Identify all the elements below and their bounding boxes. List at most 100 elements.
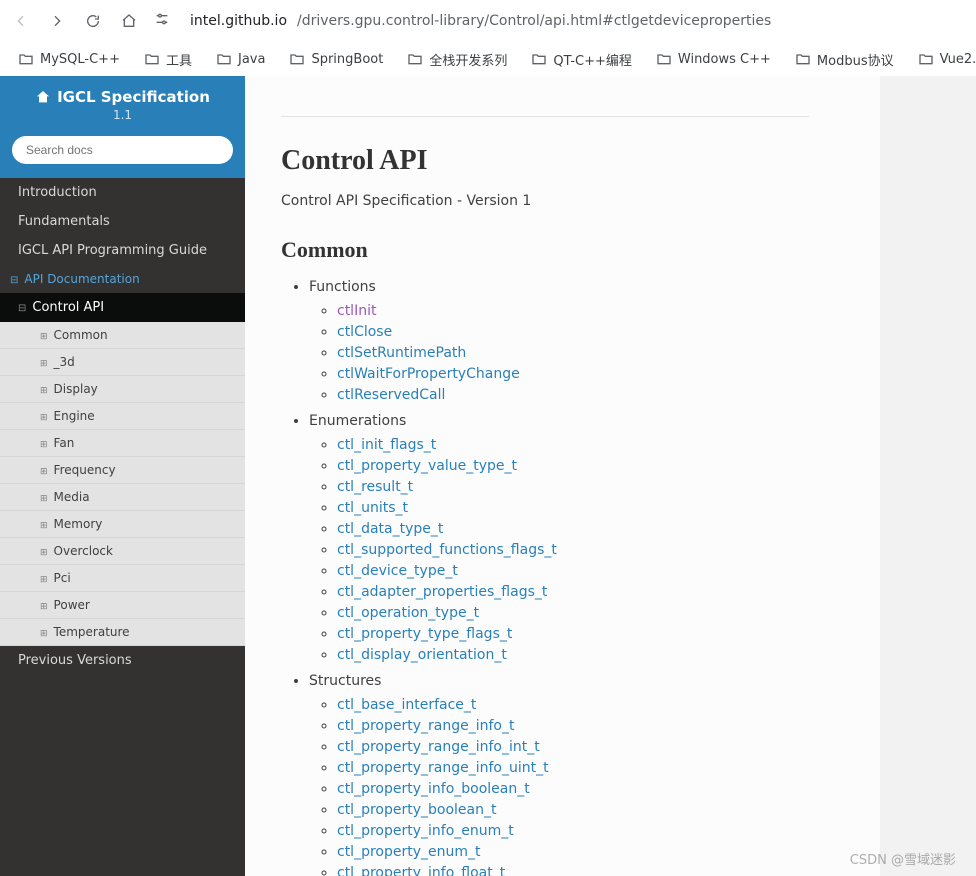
api-link[interactable]: ctlReservedCall	[337, 387, 445, 403]
api-link[interactable]: ctl_property_range_info_int_t	[337, 739, 540, 755]
bookmark-item[interactable]: MySQL-C++	[18, 51, 120, 67]
api-link-item: ctlReservedCall	[337, 387, 809, 403]
bookmark-label: SpringBoot	[311, 52, 383, 67]
page-title: Control API	[281, 145, 809, 177]
api-link-item: ctl_units_t	[337, 500, 809, 516]
folder-icon	[216, 51, 232, 67]
sidebar-sub-item[interactable]: Fan	[0, 430, 245, 457]
site-info-button[interactable]	[154, 11, 170, 31]
bookmark-label: MySQL-C++	[40, 52, 120, 67]
bookmark-item[interactable]: 全栈开发系列	[407, 50, 507, 69]
api-link-item: ctl_adapter_properties_flags_t	[337, 584, 809, 600]
folder-icon	[289, 51, 305, 67]
api-link[interactable]: ctl_result_t	[337, 479, 413, 495]
bookmark-label: 全栈开发系列	[429, 50, 507, 69]
sidebar-sub-item[interactable]: Frequency	[0, 457, 245, 484]
api-link-item: ctl_property_enum_t	[337, 844, 809, 860]
api-link-item: ctl_property_range_info_int_t	[337, 739, 809, 755]
sidebar-sub-item[interactable]: _3d	[0, 349, 245, 376]
sidebar-sub-item[interactable]: Engine	[0, 403, 245, 430]
bookmark-label: 工具	[166, 50, 192, 69]
sidebar-sub-item[interactable]: Memory	[0, 511, 245, 538]
api-link[interactable]: ctlWaitForPropertyChange	[337, 366, 520, 382]
bookmark-item[interactable]: 工具	[144, 50, 192, 69]
api-link[interactable]: ctl_units_t	[337, 500, 408, 516]
sidebar-item[interactable]: IGCL API Programming Guide	[0, 236, 245, 265]
api-link[interactable]: ctl_display_orientation_t	[337, 647, 507, 663]
api-group-label: Structures	[309, 673, 381, 689]
search-input[interactable]	[12, 136, 233, 164]
sidebar-sub-item[interactable]: Power	[0, 592, 245, 619]
sidebar-item-previous-versions[interactable]: Previous Versions	[0, 646, 245, 675]
api-link[interactable]: ctlClose	[337, 324, 392, 340]
api-link[interactable]: ctl_init_flags_t	[337, 437, 436, 453]
bookmark-item[interactable]: Vue2.0+node.js	[918, 51, 976, 67]
api-link[interactable]: ctl_property_range_info_t	[337, 718, 514, 734]
sidebar-sub-item[interactable]: Common	[0, 322, 245, 349]
bookmark-item[interactable]: Windows C++	[656, 51, 771, 67]
api-link-item: ctl_device_type_t	[337, 563, 809, 579]
api-link[interactable]: ctl_property_boolean_t	[337, 802, 496, 818]
home-button[interactable]	[118, 10, 140, 32]
bookmark-item[interactable]: Java	[216, 51, 265, 67]
api-link[interactable]: ctl_property_info_float_t	[337, 865, 505, 876]
api-link[interactable]: ctl_property_type_flags_t	[337, 626, 512, 642]
sidebar-sub-item[interactable]: Display	[0, 376, 245, 403]
url-path: /drivers.gpu.control-library/Control/api…	[297, 13, 771, 29]
api-link-item: ctl_operation_type_t	[337, 605, 809, 621]
api-link[interactable]: ctl_property_info_enum_t	[337, 823, 514, 839]
bookmark-item[interactable]: QT-C++编程	[531, 50, 632, 69]
api-link[interactable]: ctl_device_type_t	[337, 563, 458, 579]
address-bar[interactable]: intel.github.io/drivers.gpu.control-libr…	[184, 13, 966, 29]
api-link-item: ctl_init_flags_t	[337, 437, 809, 453]
sidebar-caption[interactable]: API Documentation	[0, 265, 245, 293]
api-link[interactable]: ctl_base_interface_t	[337, 697, 476, 713]
api-group: Structures ctl_base_interface_t ctl_proper…	[309, 673, 809, 876]
bookmark-label: Java	[238, 52, 265, 67]
folder-icon	[918, 51, 934, 67]
api-link-item: ctlClose	[337, 324, 809, 340]
home-icon	[35, 89, 51, 105]
home-icon	[121, 13, 137, 29]
api-link[interactable]: ctl_adapter_properties_flags_t	[337, 584, 547, 600]
api-link[interactable]: ctl_supported_functions_flags_t	[337, 542, 557, 558]
api-link-item: ctl_supported_functions_flags_t	[337, 542, 809, 558]
api-link[interactable]: ctl_data_type_t	[337, 521, 443, 537]
bookmark-label: Vue2.0+node.js	[940, 52, 976, 67]
watermark: CSDN @雪域迷影	[850, 849, 956, 868]
api-link[interactable]: ctl_property_range_info_uint_t	[337, 760, 549, 776]
back-button[interactable]	[10, 10, 32, 32]
api-link-item: ctl_result_t	[337, 479, 809, 495]
sidebar-sub-item[interactable]: Media	[0, 484, 245, 511]
api-link-item: ctl_data_type_t	[337, 521, 809, 537]
sidebar-sub-item[interactable]: Temperature	[0, 619, 245, 646]
api-group: FunctionsctlInitctlClosectlSetRuntimePat…	[309, 279, 809, 403]
api-link[interactable]: ctl_property_info_boolean_t	[337, 781, 530, 797]
api-link-item: ctl_property_value_type_t	[337, 458, 809, 474]
api-link[interactable]: ctl_property_value_type_t	[337, 458, 517, 474]
sidebar-title[interactable]: IGCL Specification	[0, 88, 245, 106]
bookmarks-bar: MySQL-C++ 工具 Java SpringBoot 全栈开发系列 QT-C++编程 W…	[0, 42, 976, 76]
bookmark-item[interactable]: SpringBoot	[289, 51, 383, 67]
api-link[interactable]: ctl_property_enum_t	[337, 844, 481, 860]
folder-icon	[144, 51, 160, 67]
sidebar-sub-item[interactable]: Overclock	[0, 538, 245, 565]
api-link-item: ctl_base_interface_t	[337, 697, 809, 713]
api-link[interactable]: ctl_operation_type_t	[337, 605, 479, 621]
api-link-item: ctl_property_boolean_t	[337, 802, 809, 818]
sidebar-item[interactable]: Fundamentals	[0, 207, 245, 236]
api-link-item: ctlWaitForPropertyChange	[337, 366, 809, 382]
tune-icon	[154, 11, 170, 27]
bookmark-item[interactable]: Modbus协议	[795, 50, 894, 69]
reload-button[interactable]	[82, 10, 104, 32]
api-group: Enumerationsctl_init_flags_tctl_property…	[309, 413, 809, 663]
forward-button[interactable]	[46, 10, 68, 32]
api-link[interactable]: ctlSetRuntimePath	[337, 345, 466, 361]
sidebar-item-control-api[interactable]: Control API	[0, 293, 245, 322]
arrow-left-icon	[13, 13, 29, 29]
url-domain: intel.github.io	[190, 13, 287, 29]
api-link[interactable]: ctlInit	[337, 303, 376, 319]
sidebar-sub-item[interactable]: Pci	[0, 565, 245, 592]
sidebar: IGCL Specification 1.1 IntroductionFunda…	[0, 76, 245, 876]
sidebar-item[interactable]: Introduction	[0, 178, 245, 207]
